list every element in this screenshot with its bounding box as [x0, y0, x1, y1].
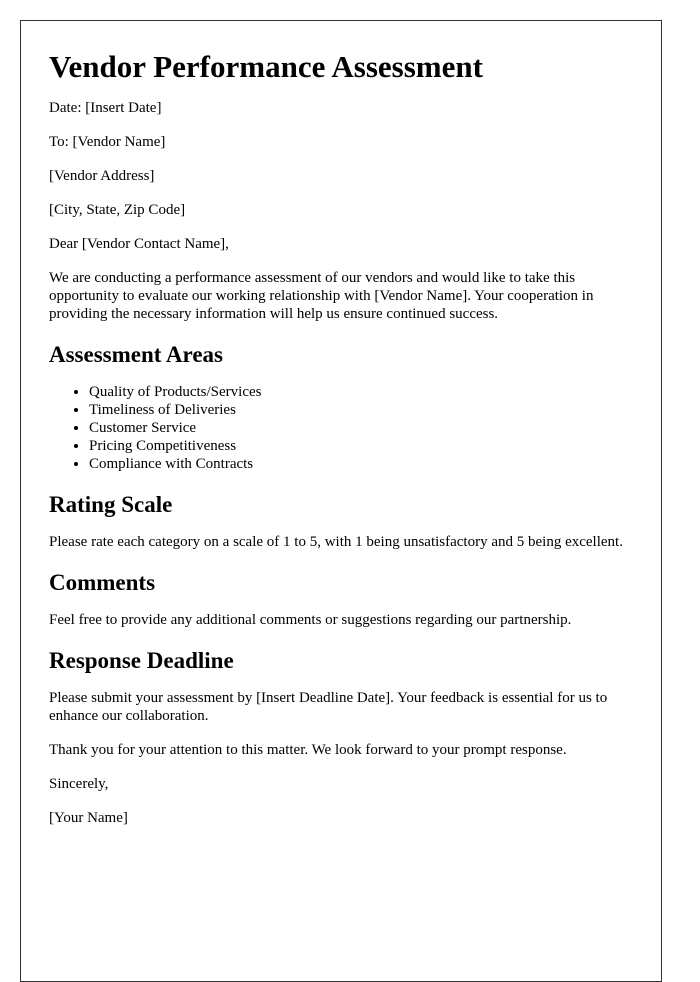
date-line: Date: [Insert Date] [49, 100, 162, 116]
recipient-line: To: [Vendor Name] [49, 134, 166, 150]
comments-text: Feel free to provide any additional comm… [49, 612, 572, 628]
list-item: Compliance with Contracts [89, 455, 633, 473]
salutation: Dear [Vendor Contact Name], [49, 236, 229, 252]
list-item: Quality of Products/Services [89, 383, 633, 401]
intro-paragraph: We are conducting a performance assessme… [49, 270, 594, 322]
assessment-areas-list: Quality of Products/Services Timeliness … [49, 383, 633, 473]
list-item: Customer Service [89, 419, 633, 437]
rating-scale-text: Please rate each category on a scale of … [49, 534, 623, 550]
vendor-city: [City, State, Zip Code] [49, 202, 186, 218]
list-item: Pricing Competitiveness [89, 437, 633, 455]
comments-heading: Comments [49, 570, 156, 595]
signoff: Sincerely, [49, 776, 109, 792]
response-deadline-heading: Response Deadline [49, 648, 234, 673]
rating-scale-heading: Rating Scale [49, 492, 173, 517]
assessment-areas-heading: Assessment Areas [49, 342, 223, 367]
letter-container: Vendor Performance Assessment Date: [Ins… [20, 20, 662, 982]
list-item: Timeliness of Deliveries [89, 401, 633, 419]
page-title: Vendor Performance Assessment [49, 49, 483, 84]
closing-thanks: Thank you for your attention to this mat… [49, 742, 567, 758]
response-deadline-text: Please submit your assessment by [Insert… [49, 690, 608, 724]
sender-name: [Your Name] [49, 810, 128, 826]
vendor-address: [Vendor Address] [49, 168, 155, 184]
